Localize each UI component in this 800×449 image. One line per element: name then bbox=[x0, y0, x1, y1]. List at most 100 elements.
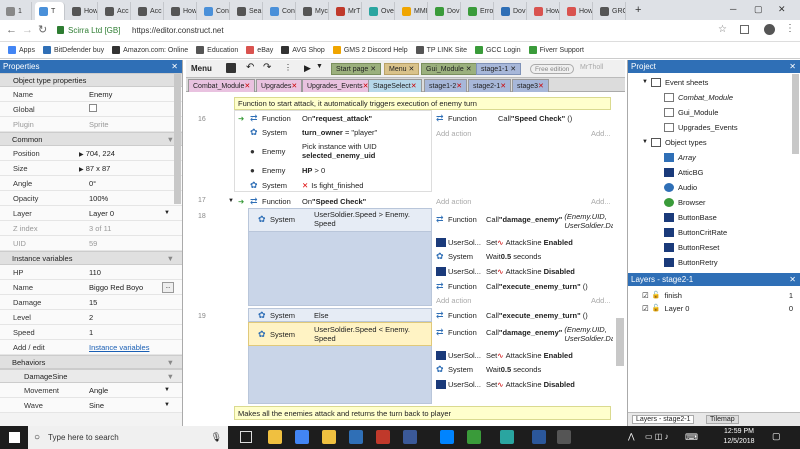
action-row[interactable]: ⇄ Function Call "damage_enemy" (Enemy.UID,… bbox=[436, 212, 613, 230]
action-row[interactable]: UserSol... Set ∿ AttackSine Enabled bbox=[436, 348, 573, 362]
close-icon[interactable]: ✕ bbox=[789, 62, 796, 71]
project-tree-item[interactable]: Browser bbox=[628, 196, 800, 208]
layer-item[interactable]: ☑ 🔓 Layer 0 0 bbox=[628, 302, 800, 314]
prop-row[interactable]: Size ▶ 87 x 87 bbox=[0, 161, 182, 176]
prop-value[interactable]: 2 bbox=[75, 313, 182, 322]
extension-icon[interactable] bbox=[740, 25, 749, 34]
tab-stage1-1[interactable]: stage1-1 ✕ bbox=[476, 63, 522, 75]
collapse-icon[interactable]: ▼ bbox=[167, 358, 174, 367]
tab-start-page[interactable]: Start page ✕ bbox=[331, 63, 382, 75]
prop-value[interactable]: 87 x 87 bbox=[86, 164, 111, 173]
lock-icon[interactable]: 🔓 bbox=[652, 304, 661, 312]
word-icon[interactable] bbox=[532, 430, 546, 444]
clock-time[interactable]: 12:59 PM bbox=[718, 428, 760, 435]
ime-icon[interactable]: ⌨ bbox=[685, 432, 698, 443]
project-tree-item[interactable]: Array bbox=[628, 151, 800, 163]
tray-icons[interactable]: ▭ ◫ ♪ bbox=[645, 432, 669, 441]
browser-tab[interactable]: Acc bbox=[134, 2, 164, 20]
prop-row[interactable]: Movement Angle ▼ bbox=[0, 383, 182, 398]
lock-icon[interactable]: 🔓 bbox=[652, 291, 661, 299]
object-type-section[interactable]: Object type properties bbox=[0, 73, 182, 87]
prop-value[interactable]: 15 bbox=[75, 298, 182, 307]
prop-row[interactable]: Opacity 100% bbox=[0, 191, 182, 206]
prop-value[interactable]: Enemy bbox=[75, 90, 182, 99]
bookmark-item[interactable]: TP LINK Site bbox=[415, 46, 467, 54]
project-tree-item[interactable]: Upgrades_Events bbox=[628, 121, 800, 133]
prop-value[interactable]: 1 bbox=[75, 328, 182, 337]
event-tab[interactable]: Upgrades ✕ bbox=[256, 79, 303, 92]
event-sheet-scrollbar[interactable] bbox=[616, 318, 624, 366]
notification-icon[interactable]: ▢ bbox=[772, 431, 781, 442]
condition-row[interactable]: ✿ System turn_owner = "player" bbox=[250, 125, 377, 139]
play-icon[interactable]: ▶ bbox=[304, 63, 311, 74]
close-icon[interactable]: ✕ bbox=[291, 82, 297, 90]
tab-gui-module[interactable]: Gui_Module ✕ bbox=[421, 63, 477, 75]
people-icon[interactable]: ⋀ bbox=[628, 432, 635, 441]
browser-tab[interactable]: Myc bbox=[299, 2, 329, 20]
prop-row[interactable]: Layer Layer 0 ▼ bbox=[0, 206, 182, 221]
action-row[interactable]: UserSol... Set ∿ AttackSine Disabled bbox=[436, 264, 575, 278]
facebook-icon[interactable] bbox=[403, 430, 417, 444]
prop-row[interactable]: Global bbox=[0, 102, 182, 117]
app-icon[interactable] bbox=[557, 430, 571, 444]
condition-row[interactable]: ✿ System ✕ Is fight_finished bbox=[250, 178, 363, 192]
browser-tab[interactable]: Erro bbox=[464, 2, 494, 20]
project-tree-item[interactable]: ButtonReset bbox=[628, 241, 800, 253]
prop-value[interactable]: 100% bbox=[75, 194, 182, 203]
prop-value[interactable]: Biggo Red Boyo bbox=[75, 283, 162, 292]
browser-tab[interactable]: Acc bbox=[101, 2, 131, 20]
bookmark-item[interactable]: Education bbox=[196, 46, 238, 54]
condition-row[interactable]: ● Enemy Pick instance with UID selected_ene… bbox=[250, 142, 377, 160]
collapse-icon[interactable]: ▼ bbox=[167, 135, 174, 144]
close-icon[interactable]: ✕ bbox=[171, 62, 178, 71]
user-name[interactable]: MrTholl bbox=[580, 64, 603, 71]
instance-vars-section[interactable]: Instance variables ▼ bbox=[0, 251, 182, 265]
visibility-checkbox[interactable]: ☑ bbox=[642, 291, 649, 300]
action-row[interactable]: ⇄ Function Call "execute_enemy_turn" () bbox=[436, 279, 588, 293]
action-row[interactable]: UserSol... Set ∿ AttackSine Enabled bbox=[436, 235, 573, 249]
project-tree-item[interactable]: Audio bbox=[628, 181, 800, 193]
tab-tilemap[interactable]: Tilemap bbox=[706, 415, 739, 424]
minimize-icon[interactable]: ─ bbox=[730, 4, 736, 14]
chrome-icon[interactable] bbox=[295, 430, 309, 444]
browser-tab[interactable]: 1 bbox=[2, 2, 32, 20]
collapse-icon[interactable]: ▼ bbox=[167, 372, 174, 381]
taskbar-search[interactable]: ○ Type here to search 🎙 bbox=[28, 426, 228, 449]
condition-row[interactable]: ✿ System Else bbox=[258, 308, 329, 322]
event-tab[interactable]: stage3 ✕ bbox=[512, 79, 549, 92]
free-edition-badge[interactable]: Free edition bbox=[530, 64, 575, 74]
add-action-row[interactable]: Add action bbox=[436, 194, 471, 208]
project-tree-item[interactable]: ButtonCritRate bbox=[628, 226, 800, 238]
action-row[interactable]: ⇄ Function Call "damage_enemy" (Enemy.UID,… bbox=[436, 325, 613, 343]
prop-row[interactable]: Position ▶ 704, 224 bbox=[0, 146, 182, 161]
prop-value[interactable]: 0° bbox=[75, 179, 182, 188]
action-row[interactable]: ✿ System Wait 0.5 seconds bbox=[436, 362, 541, 376]
tab-menu[interactable]: Menu ✕ bbox=[384, 63, 420, 75]
url-text[interactable]: https://editor.construct.net bbox=[132, 26, 224, 35]
action-row[interactable]: UserSol... Set ∿ AttackSine Disabled bbox=[436, 377, 575, 391]
url-secure-label[interactable]: Scirra Ltd [GB] bbox=[68, 26, 120, 35]
browser-tab[interactable]: How bbox=[167, 2, 197, 20]
behaviors-section[interactable]: Behaviors ▼ bbox=[0, 355, 182, 369]
project-tree-item[interactable]: Combat_Module bbox=[628, 91, 800, 103]
action-row[interactable]: ⇄ Function Call "Speed Check" () bbox=[436, 111, 572, 125]
add-action-row[interactable]: Add action bbox=[436, 126, 471, 140]
browser-tab[interactable]: How bbox=[530, 2, 560, 20]
browser-tab[interactable]: How bbox=[563, 2, 593, 20]
layer-item[interactable]: ☑ 🔓 finish 1 bbox=[628, 289, 800, 301]
store-icon[interactable] bbox=[349, 430, 363, 444]
add-menu-row[interactable]: Add... bbox=[591, 293, 611, 307]
prop-row[interactable]: Damage 15 bbox=[0, 295, 182, 310]
windows-start-icon[interactable] bbox=[9, 432, 20, 443]
save-icon[interactable] bbox=[226, 63, 236, 73]
bookmark-item[interactable]: AVG Shop bbox=[281, 46, 325, 54]
bookmark-item[interactable]: GMS 2 Discord Help bbox=[332, 46, 408, 54]
add-menu-row[interactable]: Add... bbox=[591, 194, 611, 208]
event-tab[interactable]: StageSelect ✕ bbox=[368, 79, 422, 92]
new-tab-button[interactable]: + bbox=[635, 4, 641, 16]
add-menu-link[interactable]: Add... bbox=[591, 296, 611, 305]
bookmark-item[interactable]: Fiverr Support bbox=[528, 46, 584, 54]
comment-row[interactable]: Function to start attack, it automatical… bbox=[234, 97, 611, 110]
dropdown-icon[interactable]: ▼ bbox=[164, 387, 170, 393]
chrome-2-icon[interactable] bbox=[500, 430, 514, 444]
